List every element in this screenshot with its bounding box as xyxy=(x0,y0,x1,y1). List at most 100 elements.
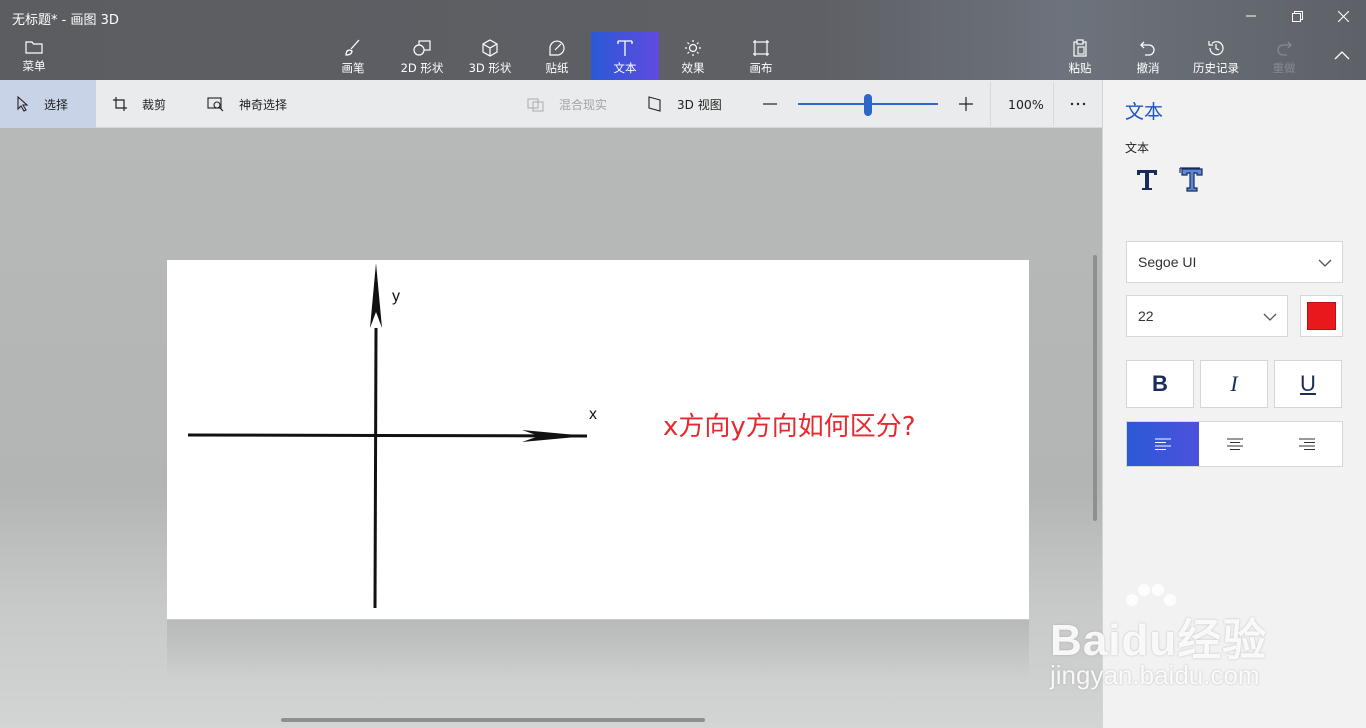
panel-title: 文本 xyxy=(1125,101,1164,123)
y-axis-arrowhead xyxy=(370,263,382,328)
align-right-button[interactable] xyxy=(1271,422,1343,466)
restore-button[interactable] xyxy=(1274,0,1320,32)
effects-icon xyxy=(685,40,701,56)
align-center-button[interactable] xyxy=(1199,422,1271,466)
text-color-picker[interactable] xyxy=(1300,295,1343,337)
zoom-in-button[interactable] xyxy=(958,80,988,128)
undo-label: 撤消 xyxy=(1136,61,1160,75)
minimize-button[interactable] xyxy=(1228,0,1274,32)
undo-button[interactable]: 撤消 xyxy=(1128,32,1168,80)
menu-label: 菜单 xyxy=(22,59,46,73)
mixed-reality-button[interactable]: 混合现实 xyxy=(527,80,607,128)
vertical-scrollbar[interactable] xyxy=(1093,255,1097,521)
crop-label: 裁剪 xyxy=(142,97,167,112)
minus-icon xyxy=(763,103,777,105)
tool-text[interactable]: 文本 xyxy=(591,32,659,80)
alignment-group xyxy=(1126,421,1343,467)
menu-button[interactable]: 菜单 xyxy=(8,32,60,80)
tool-label: 效果 xyxy=(681,61,705,75)
2d-text-button[interactable] xyxy=(1132,164,1162,194)
zoom-slider-thumb[interactable] xyxy=(864,94,872,116)
color-swatch-fill xyxy=(1307,302,1336,330)
tool-label: 2D 形状 xyxy=(400,61,444,75)
bold-button[interactable]: B xyxy=(1126,360,1194,408)
paste-icon xyxy=(1073,39,1087,57)
restore-icon xyxy=(1291,10,1303,22)
3d-text-button[interactable] xyxy=(1176,164,1206,194)
select-button[interactable]: 选择 xyxy=(0,80,96,128)
crop-button[interactable]: 裁剪 xyxy=(112,80,166,128)
y-axis-label: y xyxy=(392,288,400,305)
font-family-dropdown[interactable]: Segoe UI xyxy=(1126,241,1343,283)
underline-button[interactable]: U xyxy=(1274,360,1342,408)
x-axis-line xyxy=(187,433,588,438)
more-icon xyxy=(1070,102,1086,106)
canvas-text[interactable]: x方向y方向如何区分? xyxy=(663,406,916,443)
font-size-dropdown[interactable]: 22 xyxy=(1126,295,1288,337)
magic-select-icon xyxy=(207,97,224,112)
mixed-reality-icon xyxy=(527,98,544,112)
2d-text-icon xyxy=(1137,170,1157,190)
watermark-brand: Baidu经验 xyxy=(1050,616,1268,665)
x-axis-label: x xyxy=(589,406,597,423)
paste-label: 粘贴 xyxy=(1068,61,1092,75)
canvas-reflection xyxy=(167,620,1029,680)
tool-brushes[interactable]: 画笔 xyxy=(330,32,376,80)
collapse-ribbon-button[interactable] xyxy=(1322,32,1362,80)
watermark-domain: jingyan.baidu.com xyxy=(1050,660,1260,690)
folder-icon xyxy=(25,41,43,54)
drawing-canvas[interactable]: y x x方向y方向如何区分? xyxy=(167,260,1029,619)
chevron-down-icon xyxy=(1263,313,1277,321)
brush-icon xyxy=(345,39,360,56)
title-and-ribbon-bar: 无标题* - 画图 3D 菜单 画笔 2D 形状 3D 形状 贴纸 文本 效果 … xyxy=(0,0,1366,80)
plus-icon xyxy=(959,97,973,111)
font-size-value: 22 xyxy=(1138,308,1154,324)
zoom-percentage[interactable]: 100% xyxy=(1008,80,1044,128)
align-center-icon xyxy=(1227,438,1243,450)
tool-3d-shapes[interactable]: 3D 形状 xyxy=(462,32,518,80)
tool-stickers[interactable]: 贴纸 xyxy=(534,32,580,80)
close-icon xyxy=(1337,10,1349,22)
tool-label: 文本 xyxy=(613,61,637,75)
2d-shapes-icon xyxy=(413,40,431,56)
crop-icon xyxy=(113,97,127,111)
mixed-reality-label: 混合现实 xyxy=(559,97,608,112)
stickers-icon xyxy=(549,40,565,56)
align-left-button[interactable] xyxy=(1127,422,1199,466)
chevron-up-icon xyxy=(1334,51,1350,60)
divider xyxy=(1053,82,1054,126)
minimize-icon xyxy=(1246,15,1256,17)
3d-text-icon xyxy=(1179,167,1203,192)
undo-icon xyxy=(1140,41,1155,56)
history-button[interactable]: 历史记录 xyxy=(1188,32,1244,80)
font-family-value: Segoe UI xyxy=(1138,254,1197,270)
tool-effects[interactable]: 效果 xyxy=(670,32,716,80)
y-axis-line xyxy=(373,327,378,609)
tool-2d-shapes[interactable]: 2D 形状 xyxy=(394,32,450,80)
cursor-icon xyxy=(17,96,29,112)
tool-canvas[interactable]: 画布 xyxy=(738,32,784,80)
tool-label: 贴纸 xyxy=(545,61,569,75)
magic-select-label: 神奇选择 xyxy=(239,97,288,112)
3d-shapes-icon xyxy=(482,39,498,57)
3d-view-label: 3D 视图 xyxy=(677,97,722,112)
redo-icon xyxy=(1277,41,1292,56)
italic-button[interactable]: I xyxy=(1200,360,1268,408)
baidu-watermark: Baidu经验 jingyan.baidu.com xyxy=(1040,580,1300,700)
more-options-button[interactable] xyxy=(1070,80,1100,128)
close-button[interactable] xyxy=(1320,0,1366,32)
zoom-out-button[interactable] xyxy=(762,80,792,128)
tool-label: 3D 形状 xyxy=(468,61,512,75)
3d-view-button[interactable]: 3D 视图 xyxy=(647,80,722,128)
paste-button[interactable]: 粘贴 xyxy=(1060,32,1100,80)
text-icon xyxy=(617,40,633,56)
history-icon xyxy=(1208,41,1224,56)
panel-subtitle: 文本 xyxy=(1125,141,1150,155)
align-right-icon xyxy=(1299,438,1315,450)
redo-label: 重做 xyxy=(1272,61,1296,75)
chevron-down-icon xyxy=(1318,259,1332,267)
tool-label: 画布 xyxy=(749,61,773,75)
redo-button[interactable]: 重做 xyxy=(1264,32,1304,80)
magic-select-button[interactable]: 神奇选择 xyxy=(207,80,287,128)
horizontal-scrollbar[interactable] xyxy=(281,718,705,722)
